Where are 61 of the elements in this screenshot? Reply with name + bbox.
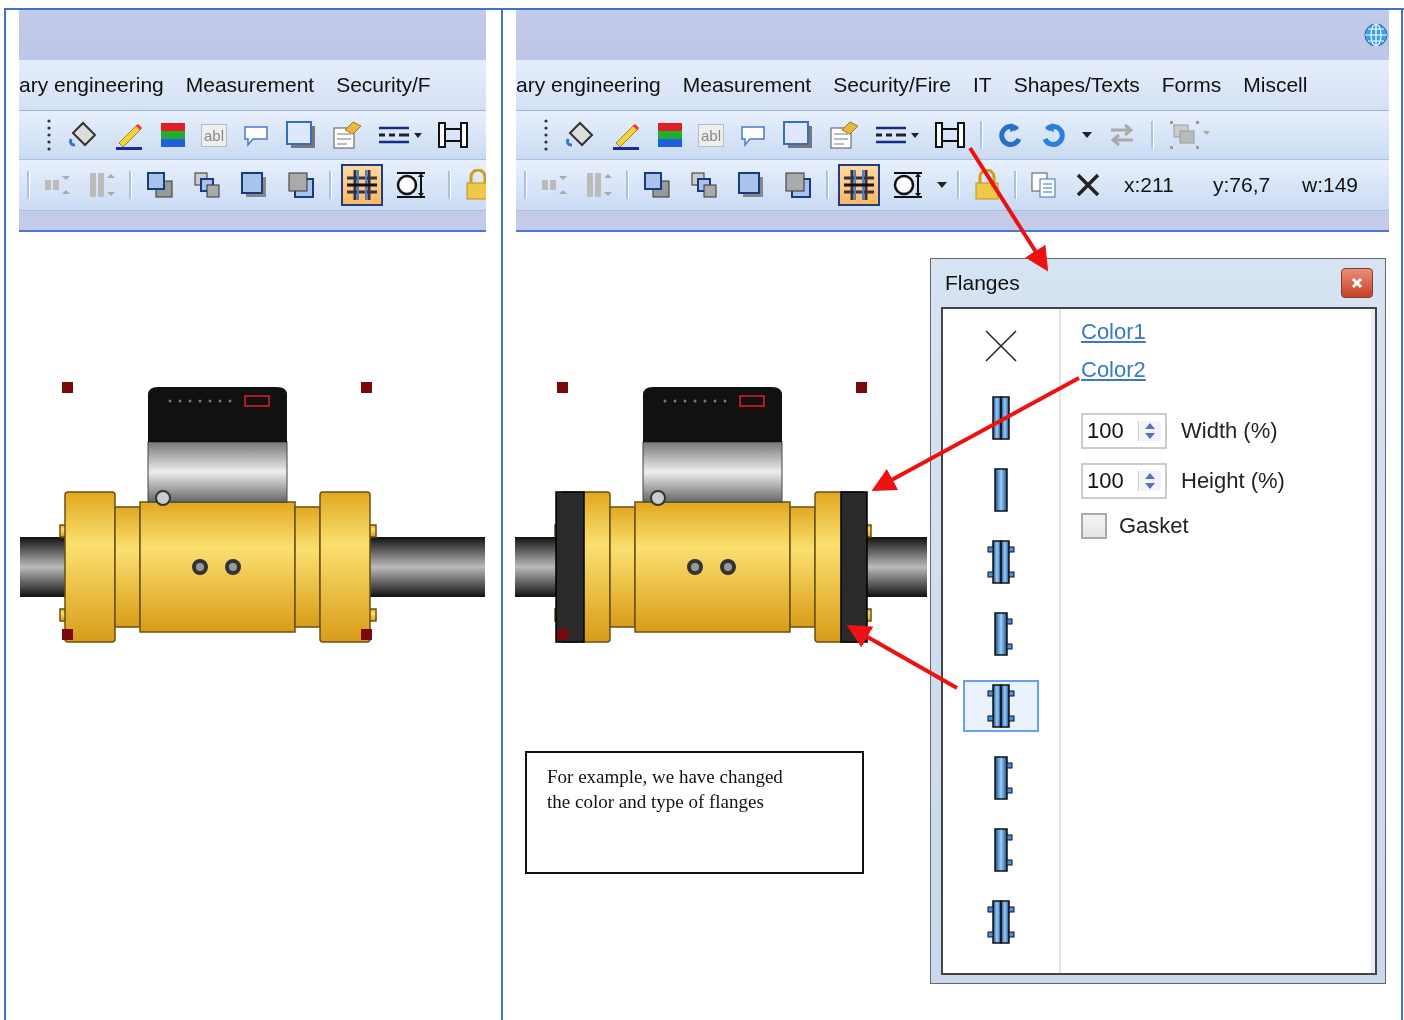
color-icon[interactable] [656,121,684,149]
flange-icon[interactable] [934,121,967,149]
dialog-title: Flanges [945,271,1020,295]
grip-icon[interactable] [542,118,550,152]
align-icon [584,170,614,200]
close-icon [1351,277,1363,289]
number-spinner[interactable]: 100 [1081,463,1167,499]
menu-item[interactable]: Miscell [1243,73,1308,97]
menu-item[interactable]: Shapes/Texts [1013,73,1140,97]
grip-icon[interactable] [45,118,53,152]
layers-icon [191,169,223,201]
grid-icon [841,167,877,203]
number-spinner[interactable]: 100 [1081,413,1167,449]
menu-item[interactable]: Security/Fire [833,73,951,97]
properties-icon[interactable] [331,120,364,150]
field-label: Height (%) [1181,468,1285,494]
delete-icon [1074,171,1102,199]
layers-icon [285,169,317,201]
menu-item[interactable]: Measurement [185,73,315,97]
layers-icon [688,169,720,201]
menu-item[interactable]: IT [973,73,992,97]
color-link[interactable]: Color1 [1081,319,1146,345]
flange-icon [986,539,1016,585]
layers-icon [641,169,673,201]
coordinate-readout: w:149 [1302,173,1360,197]
coordinate-readout: x:211 [1124,173,1175,197]
checkbox[interactable] [1081,513,1107,539]
grid-icon [344,167,380,203]
align-icon [87,170,117,200]
menu-item[interactable]: ary engineering [19,73,164,97]
layers-icon [782,169,814,201]
menu-item[interactable]: Forms [1161,73,1222,97]
shadow-box-icon[interactable] [782,120,815,150]
flange-icon [986,899,1016,945]
checkbox-label: Gasket [1119,513,1189,539]
coordinate-readout: y:76,7 [1213,173,1272,197]
grid-button[interactable] [838,164,880,206]
field-label: Width (%) [1181,418,1278,444]
caret-icon[interactable] [1081,131,1094,139]
menu-item[interactable]: Security/F [336,73,431,97]
color-link[interactable]: Color2 [1081,357,1146,383]
flange-icon[interactable] [437,121,470,149]
menu-item[interactable]: Measurement [682,73,812,97]
properties-icon[interactable] [828,120,861,150]
flange-icon [986,683,1016,729]
flange-type-option[interactable] [963,680,1039,732]
copy-icon [1029,170,1059,200]
padlock-icon [463,169,486,201]
menu-item[interactable]: ary engineering [516,73,661,97]
resize-icon [395,169,427,201]
color-icon[interactable] [159,121,187,149]
resize-icon [892,169,924,201]
note-box: For example, we have changed the color and type of flanges [525,751,864,874]
shadow-box-icon[interactable] [285,120,318,150]
grid-button[interactable] [341,164,383,206]
caret-icon[interactable] [936,181,948,189]
padlock-icon [972,169,1002,201]
cross-icon [984,329,1018,363]
layers-icon [144,169,176,201]
globe-icon[interactable] [1363,22,1389,48]
close-button[interactable] [1341,268,1373,298]
